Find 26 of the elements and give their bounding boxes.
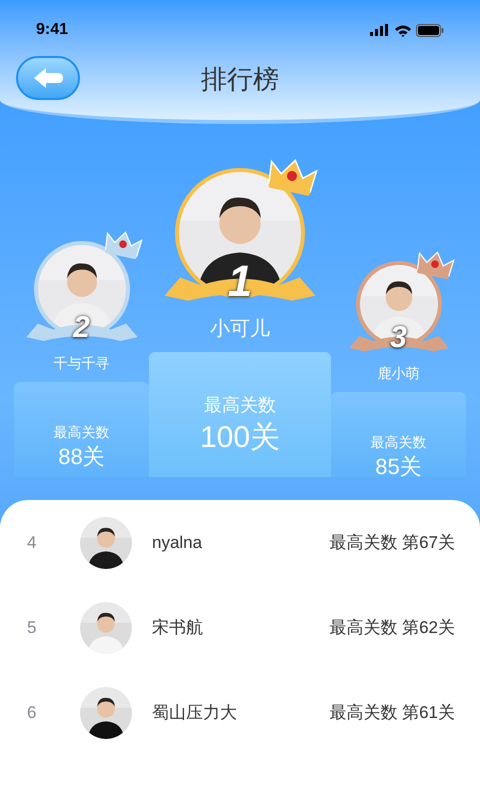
page-title: 排行榜 [201,62,279,96]
wifi-icon [394,24,412,36]
player-name: nyalna [152,532,204,554]
rank-number: 4 [27,532,38,554]
battery-icon [416,24,444,36]
status-time: 9:41 [36,20,68,40]
score-text: 最高关数 第62关 [329,616,455,639]
player-name: 鹿小萌 [378,364,420,383]
score-label: 最高关数 [54,423,110,442]
score-text: 最高关数 第61关 [329,702,455,724]
score-label: 最高关数 [204,394,276,417]
back-arrow-icon [32,67,64,89]
player-name: 千与千寻 [54,354,110,373]
rank-number: 5 [27,616,38,639]
back-button[interactable] [16,56,80,100]
signal-icon [370,24,390,36]
score-value: 85关 [375,453,422,480]
score-text: 最高关数 第67关 [329,532,455,554]
player-name: 宋书航 [152,616,204,639]
player-name: 蜀山压力大 [152,702,238,724]
score-value: 88关 [58,443,105,470]
rank-number: 2 [73,313,90,343]
score-label: 最高关数 [370,433,426,452]
score-value: 100关 [200,420,280,456]
rank-number: 6 [27,702,38,724]
player-name: 小可儿 [210,317,270,342]
